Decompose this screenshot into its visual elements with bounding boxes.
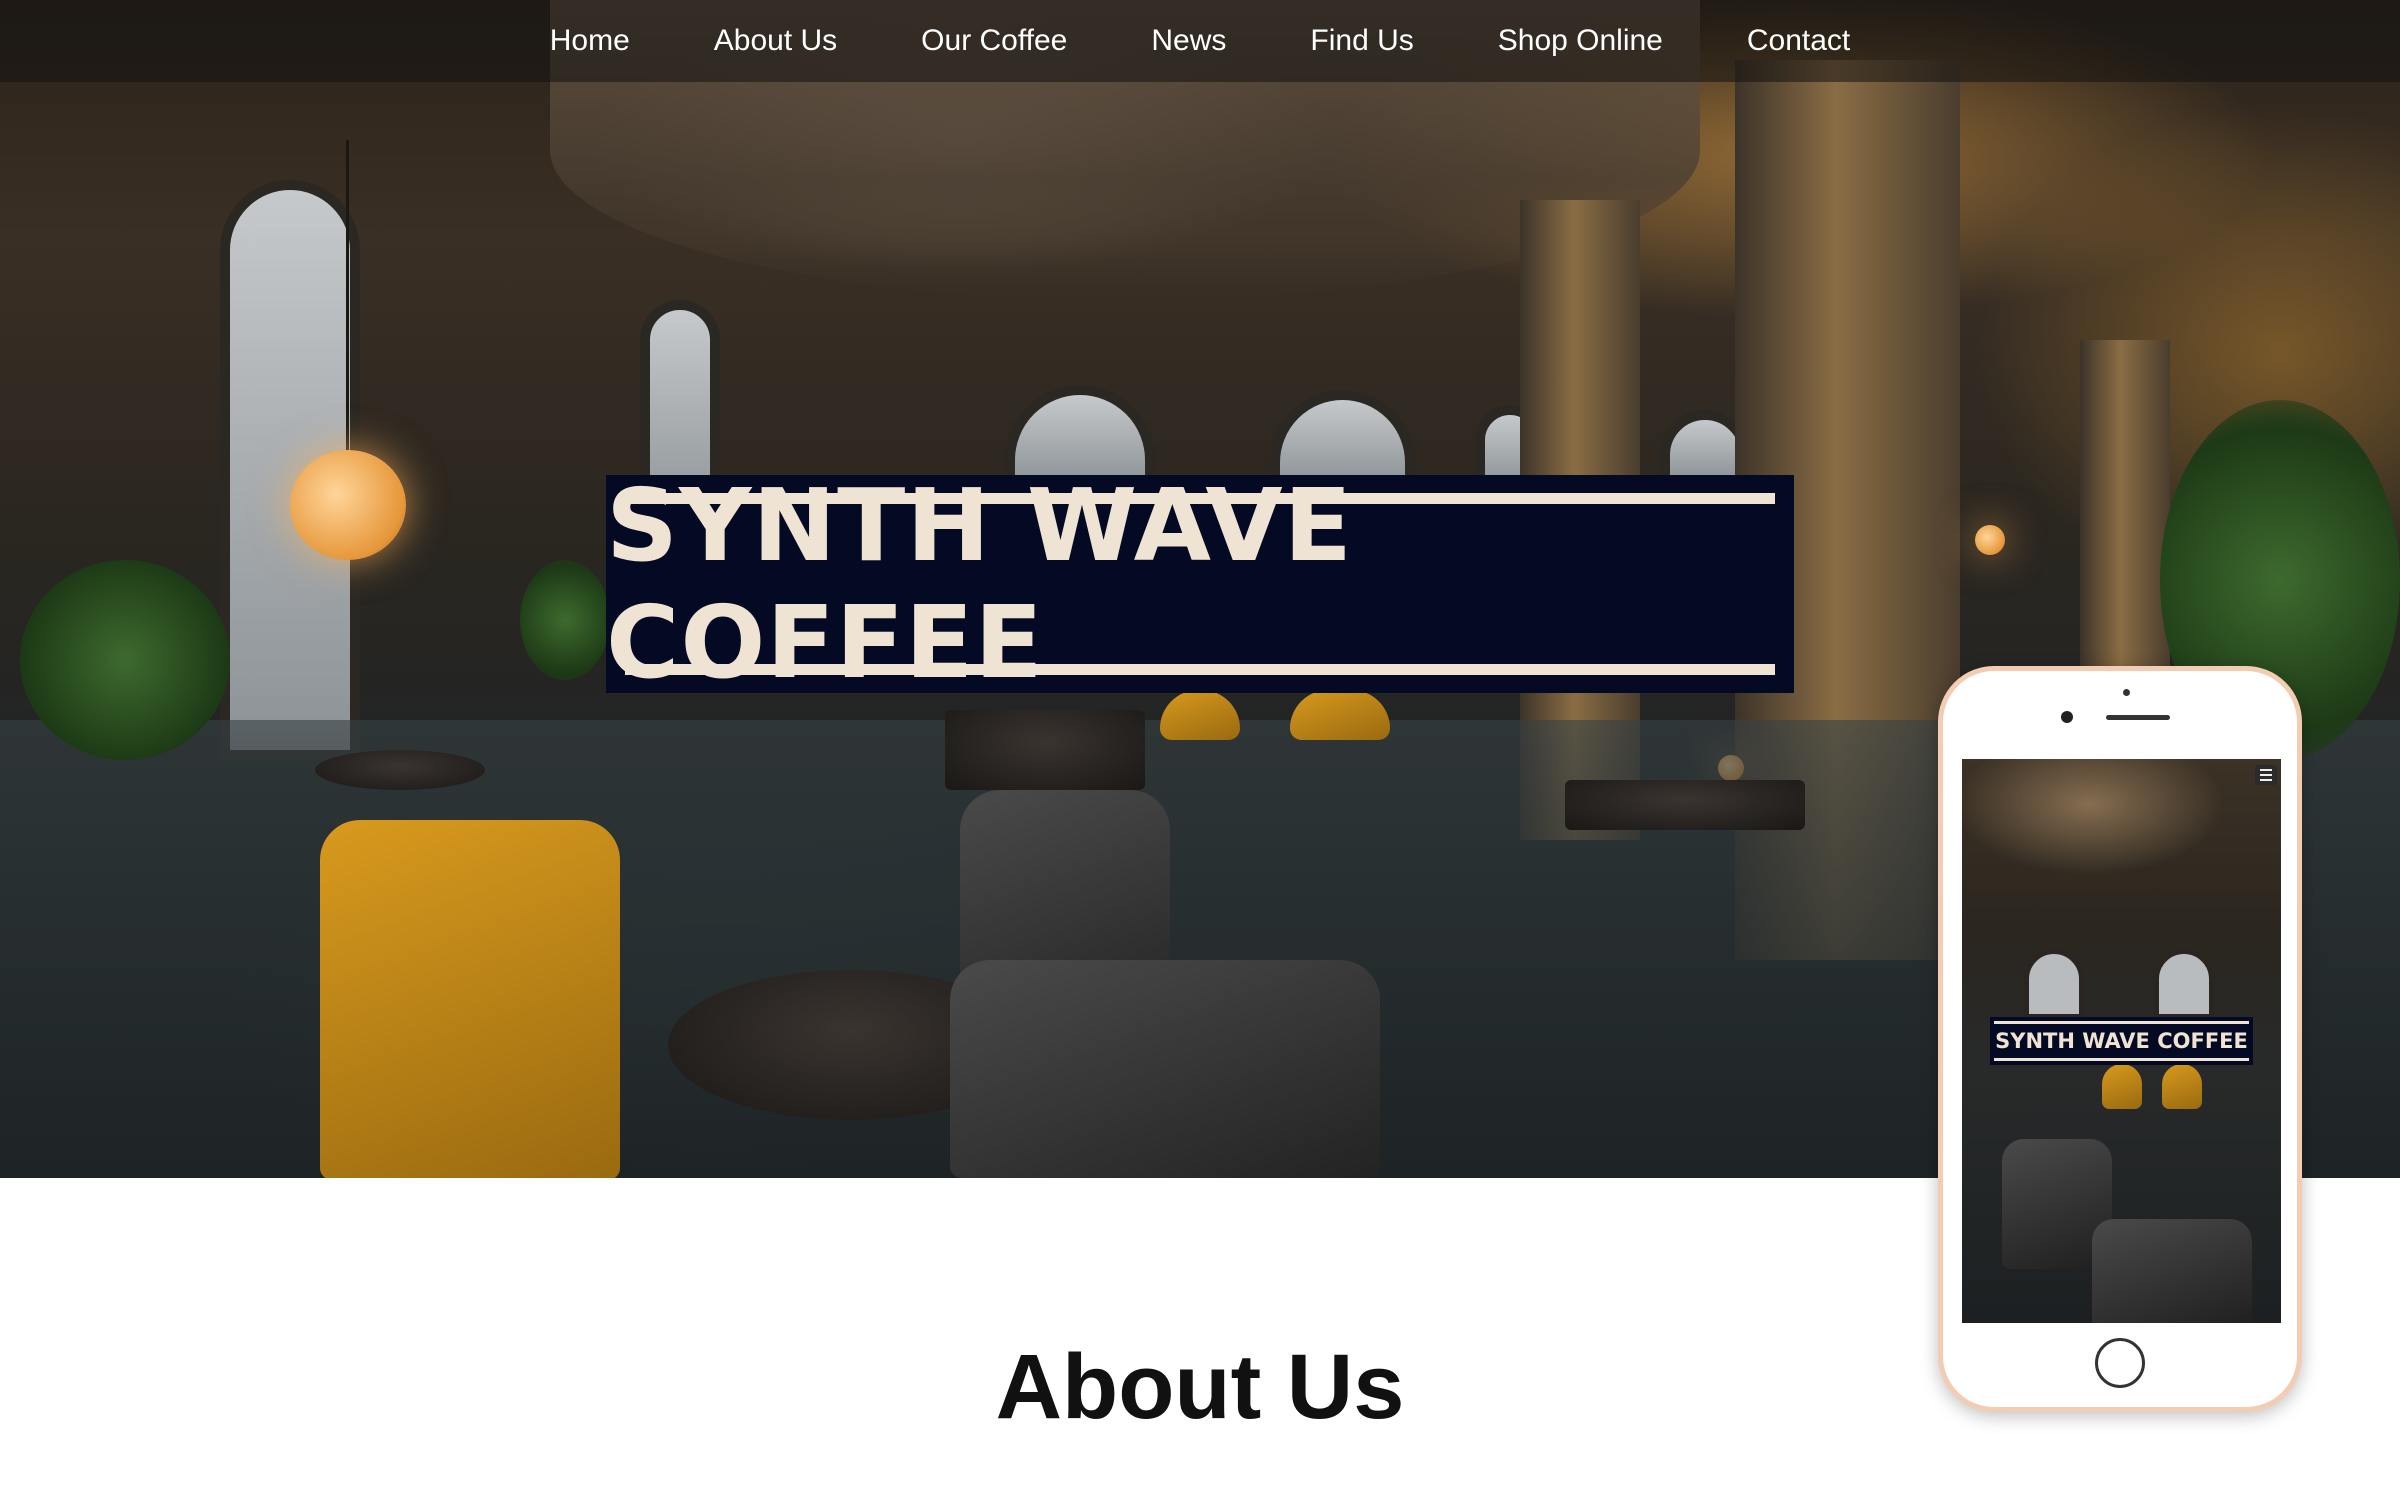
pendant-lamp (290, 450, 406, 560)
nav-link-about-us[interactable]: About Us (672, 0, 879, 82)
nav-link-shop-online[interactable]: Shop Online (1456, 0, 1705, 82)
yellow-armchair (2102, 1064, 2142, 1109)
hero-title: SYNTH WAVE COFFEE (606, 467, 1353, 701)
mini-title-banner: SYNTH WAVE COFFEE (1990, 1017, 2253, 1065)
nav-link-news[interactable]: News (1109, 0, 1268, 82)
banner-rule (625, 664, 1775, 675)
potted-plant (20, 560, 230, 760)
arched-window (2154, 949, 2214, 1019)
nav-link-contact[interactable]: Contact (1705, 0, 1892, 82)
main-navigation: Home About Us Our Coffee News Find Us Sh… (0, 0, 2400, 82)
nav-link-our-coffee[interactable]: Our Coffee (879, 0, 1109, 82)
phone-camera (2061, 711, 2073, 723)
phone-speaker (2106, 715, 2170, 720)
hero-title-banner: SYNTH WAVE COFFEE (606, 467, 1794, 701)
wall-lamp (1975, 525, 2005, 555)
phone-sensor (2123, 689, 2130, 696)
hamburger-menu-icon[interactable] (2255, 765, 2277, 785)
potted-plant (520, 560, 610, 680)
yellow-armchair (2162, 1064, 2202, 1109)
cafe-table (945, 710, 1145, 790)
nav-link-home[interactable]: Home (508, 0, 672, 82)
cafe-table (315, 750, 485, 790)
arched-window (2024, 949, 2084, 1019)
nav-link-find-us[interactable]: Find Us (1268, 0, 1455, 82)
grey-armchair (2092, 1219, 2252, 1323)
phone-home-button (2095, 1338, 2145, 1388)
grey-armchair (950, 960, 1380, 1178)
yellow-armchair (320, 820, 620, 1178)
phone-mockup: SYNTH WAVE COFFEE (1938, 666, 2302, 1412)
phone-screen: SYNTH WAVE COFFEE (1962, 759, 2281, 1323)
cafe-table (1565, 780, 1805, 830)
